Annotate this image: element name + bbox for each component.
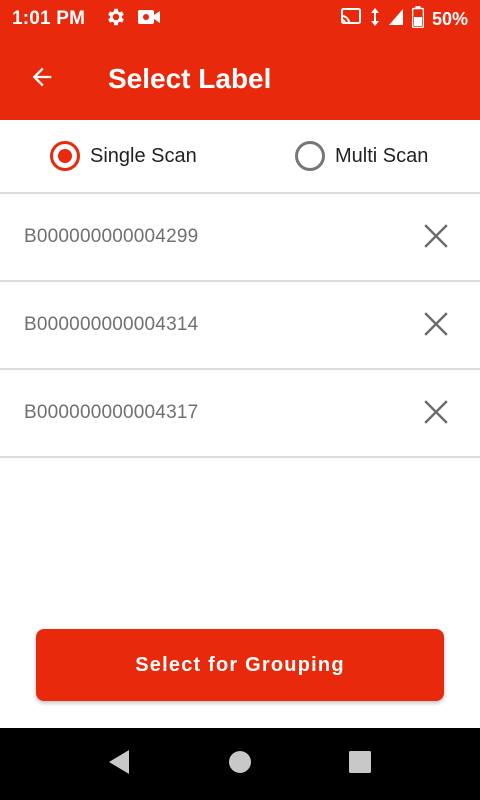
nav-back-button[interactable] [105, 749, 133, 780]
list-item: B000000000004299 [0, 194, 480, 282]
nav-recents-button[interactable] [346, 750, 374, 778]
close-icon [424, 223, 448, 253]
scan-mode-selector: Single Scan Multi Scan [0, 120, 480, 194]
video-camera-icon [137, 7, 161, 32]
signal-icon [388, 8, 404, 31]
radio-multi-scan[interactable]: Multi Scan [295, 141, 428, 171]
system-nav-bar [0, 728, 480, 800]
label-code: B000000000004299 [24, 226, 199, 247]
close-icon [424, 311, 448, 341]
close-icon [424, 399, 448, 429]
list-item: B000000000004314 [0, 282, 480, 370]
label-list: B000000000004299 B000000000004314 B00000… [0, 194, 480, 458]
data-arrows-icon [370, 7, 380, 32]
radio-label-single-scan: Single Scan [90, 144, 197, 167]
app-bar: Select Label [0, 38, 480, 120]
cast-icon [340, 7, 362, 32]
label-code: B000000000004317 [24, 402, 199, 423]
label-code: B000000000004314 [24, 314, 199, 335]
battery-icon [411, 5, 425, 33]
back-button[interactable] [14, 51, 70, 107]
select-for-grouping-button[interactable]: Select for Grouping [36, 629, 444, 701]
nav-home-icon [228, 750, 252, 779]
remove-label-button[interactable] [416, 394, 456, 434]
page-title: Select Label [108, 63, 272, 94]
status-time: 1:01 PM [12, 8, 86, 29]
nav-home-button[interactable] [226, 750, 254, 778]
settings-gear-icon [105, 6, 127, 33]
battery-percent: 50% [431, 8, 468, 29]
status-right-icons: 50% [340, 5, 468, 33]
status-bar: 1:01 PM 50% [0, 0, 480, 38]
nav-recents-icon [348, 750, 372, 779]
status-left-icons [105, 6, 161, 33]
arrow-left-icon [28, 63, 56, 96]
radio-label-multi-scan: Multi Scan [335, 144, 429, 167]
radio-checked-icon [50, 141, 80, 171]
nav-back-icon [107, 749, 131, 780]
radio-single-scan[interactable]: Single Scan [50, 141, 197, 171]
radio-unchecked-icon [295, 141, 325, 171]
remove-label-button[interactable] [416, 306, 456, 346]
list-item: B000000000004317 [0, 370, 480, 458]
remove-label-button[interactable] [416, 218, 456, 258]
